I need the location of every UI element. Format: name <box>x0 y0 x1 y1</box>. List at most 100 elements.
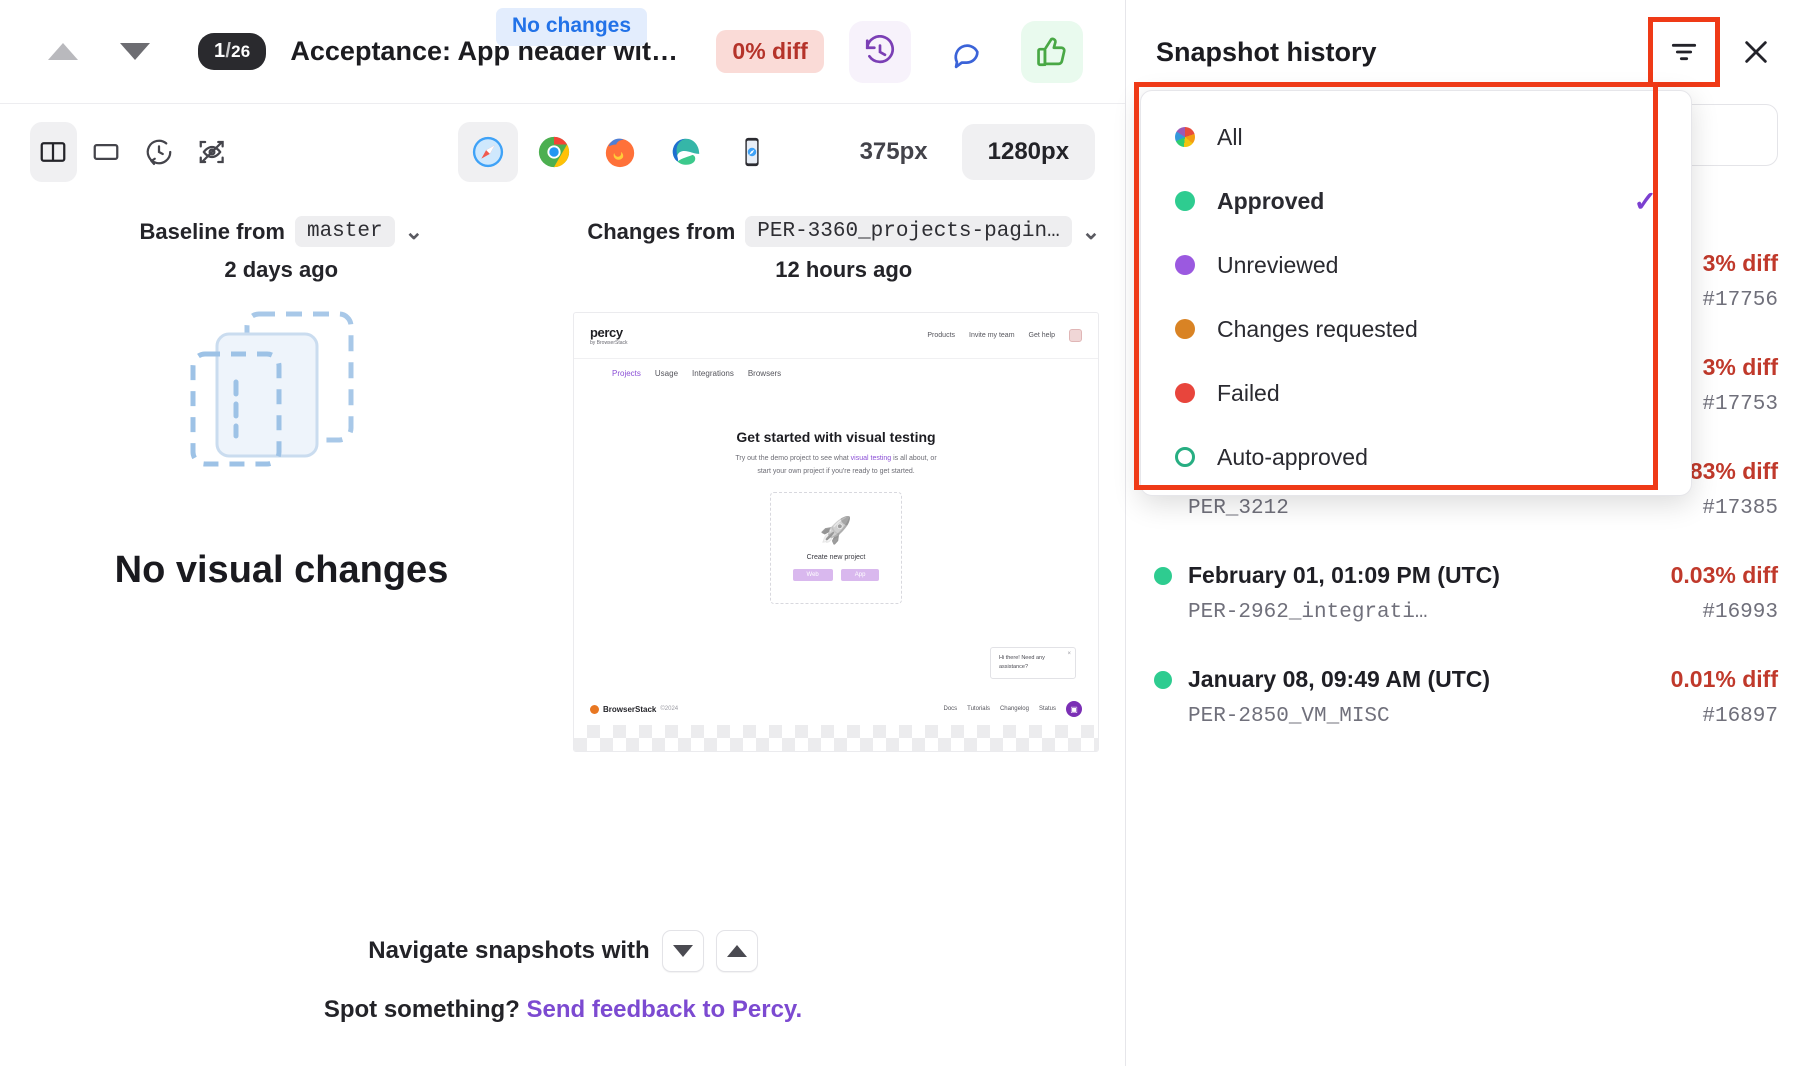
auto-approved-status-icon <box>1175 447 1195 467</box>
filter-option-approved[interactable]: Approved ✓ <box>1141 169 1691 233</box>
header-actions <box>849 21 1099 83</box>
chat-icon: ▣ <box>1066 701 1082 717</box>
snapshot-history-button[interactable] <box>849 21 911 83</box>
changes-pane-header: Changes from PER-3360_projects-pagin… ⌄ … <box>563 216 1126 283</box>
snapshot-header: No changes 1/26 Acceptance: App header w… <box>0 0 1125 104</box>
baseline-branch-chip[interactable]: master <box>295 216 395 247</box>
filter-option-label: Failed <box>1217 380 1280 407</box>
preview-card-caption: Create new project <box>807 554 866 561</box>
preview-avatar <box>1069 329 1082 342</box>
main-review-area: No changes 1/26 Acceptance: App header w… <box>0 0 1126 1066</box>
triangle-down-icon <box>673 945 693 957</box>
filter-option-unreviewed[interactable]: Unreviewed <box>1141 233 1691 297</box>
width-375-button[interactable]: 375px <box>834 124 954 180</box>
close-icon: × <box>1067 650 1071 660</box>
footer-help: Navigate snapshots with Spot something? … <box>0 930 1126 1024</box>
history-branch: PER-2850_VM_MISC <box>1188 705 1390 728</box>
mobile-device-icon <box>735 135 769 169</box>
next-snapshot-button[interactable] <box>112 29 158 75</box>
view-single-button[interactable] <box>83 122 130 182</box>
preview-chat-text: Hi there! Need any assistance? <box>999 655 1045 670</box>
preview-hero-line1a: Try out the demo project to see what <box>735 455 850 462</box>
triangle-down-icon <box>120 43 150 60</box>
key-down-button[interactable] <box>662 930 704 972</box>
filter-option-all[interactable]: All <box>1141 105 1691 169</box>
single-view-icon <box>91 137 121 167</box>
firefox-icon <box>603 135 637 169</box>
panel-header: Snapshot history <box>1126 0 1806 104</box>
preview-tab-usage: Usage <box>655 369 678 378</box>
baseline-pane-header: Baseline from master ⌄ 2 days ago <box>0 216 563 283</box>
failed-status-icon <box>1175 383 1195 403</box>
table-row[interactable]: January 08, 09:49 AM (UTC) 0.01% diff PE… <box>1154 666 1778 728</box>
unreviewed-status-icon <box>1175 255 1195 275</box>
clock-rewind-icon <box>863 35 897 69</box>
preview-footer-status: Status <box>1039 706 1056 712</box>
approve-button[interactable] <box>1021 21 1083 83</box>
browser-mobile-button[interactable] <box>722 122 782 182</box>
filter-button[interactable] <box>1654 23 1714 81</box>
view-split-button[interactable] <box>30 122 77 182</box>
preview-hero-link: visual testing <box>851 455 891 462</box>
history-diff: 3% diff <box>1703 354 1778 381</box>
comment-button[interactable] <box>935 21 997 83</box>
key-up-button[interactable] <box>716 930 758 972</box>
close-icon <box>1740 36 1772 68</box>
history-diff: 0.01% diff <box>1671 666 1778 693</box>
preview-hero-title: Get started with visual testing <box>574 429 1098 445</box>
chevron-down-icon[interactable]: ⌄ <box>405 219 423 245</box>
changes-branch-chip[interactable]: PER-3360_projects-pagin… <box>745 216 1071 247</box>
triangle-up-icon <box>727 945 747 957</box>
preview-app-button: App <box>841 569 880 581</box>
changes-screenshot-preview[interactable]: percy by BrowserStack Products Invite my… <box>573 312 1099 752</box>
preview-footer-year: ©2024 <box>660 706 678 712</box>
width-1280-button[interactable]: 1280px <box>962 124 1095 180</box>
thumbs-up-icon <box>1035 35 1069 69</box>
history-date: February 01, 01:09 PM (UTC) <box>1188 562 1500 589</box>
history-diff: 3% diff <box>1703 250 1778 277</box>
clock-history-icon <box>144 137 174 167</box>
counter-separator: / <box>225 40 231 62</box>
filter-option-label: Auto-approved <box>1217 444 1368 471</box>
stacked-cards-illustration <box>177 300 387 490</box>
filter-option-failed[interactable]: Failed <box>1141 361 1691 425</box>
history-diff: 0.03% diff <box>1671 562 1778 589</box>
browser-chrome-button[interactable] <box>524 122 584 182</box>
diff-percentage-badge: 0% diff <box>716 30 823 73</box>
preview-logo-text: percy <box>590 325 628 340</box>
send-feedback-link[interactable]: Send feedback to Percy. <box>526 996 802 1023</box>
preview-topnav-products: Products <box>927 332 955 339</box>
preview-footer-brand: BrowserStack ©2024 <box>590 705 678 714</box>
table-row[interactable]: February 01, 01:09 PM (UTC) 0.03% diff P… <box>1154 562 1778 624</box>
eye-off-crop-icon <box>197 137 227 167</box>
view-history-button[interactable] <box>136 122 183 182</box>
snapshot-history-panel: Snapshot history 3% diff <box>1126 0 1806 1066</box>
preview-tab-integrations: Integrations <box>692 369 734 378</box>
transparency-checkerboard <box>574 725 1098 751</box>
hide-overlay-button[interactable] <box>189 122 236 182</box>
preview-footer-links: Docs Tutorials Changelog Status ▣ <box>943 701 1082 717</box>
panel-title: Snapshot history <box>1156 37 1377 68</box>
rocket-icon: 🚀 <box>820 515 852 546</box>
chevron-down-icon[interactable]: ⌄ <box>1082 219 1100 245</box>
filter-option-changes-requested[interactable]: Changes requested <box>1141 297 1691 361</box>
browser-edge-button[interactable] <box>656 122 716 182</box>
preview-topnav-invite: Invite my team <box>969 332 1015 339</box>
close-panel-button[interactable] <box>1730 26 1782 78</box>
changes-requested-status-icon <box>1175 319 1195 339</box>
filter-option-label: Approved <box>1217 188 1324 215</box>
history-date: January 08, 09:49 AM (UTC) <box>1188 666 1490 693</box>
counter-current: 1 <box>214 40 225 62</box>
filter-icon <box>1668 36 1700 68</box>
check-icon: ✓ <box>1634 185 1657 218</box>
preview-tab-projects: Projects <box>612 369 641 378</box>
browser-safari-button[interactable] <box>458 122 518 182</box>
previous-snapshot-button[interactable] <box>40 29 86 75</box>
browser-selector <box>458 122 782 182</box>
preview-hero: Get started with visual testing Try out … <box>574 429 1098 604</box>
status-badge <box>1154 671 1172 689</box>
snapshot-counter: 1/26 <box>198 33 266 70</box>
filter-option-auto-approved[interactable]: Auto-approved <box>1141 425 1691 489</box>
chrome-icon <box>537 135 571 169</box>
browser-firefox-button[interactable] <box>590 122 650 182</box>
